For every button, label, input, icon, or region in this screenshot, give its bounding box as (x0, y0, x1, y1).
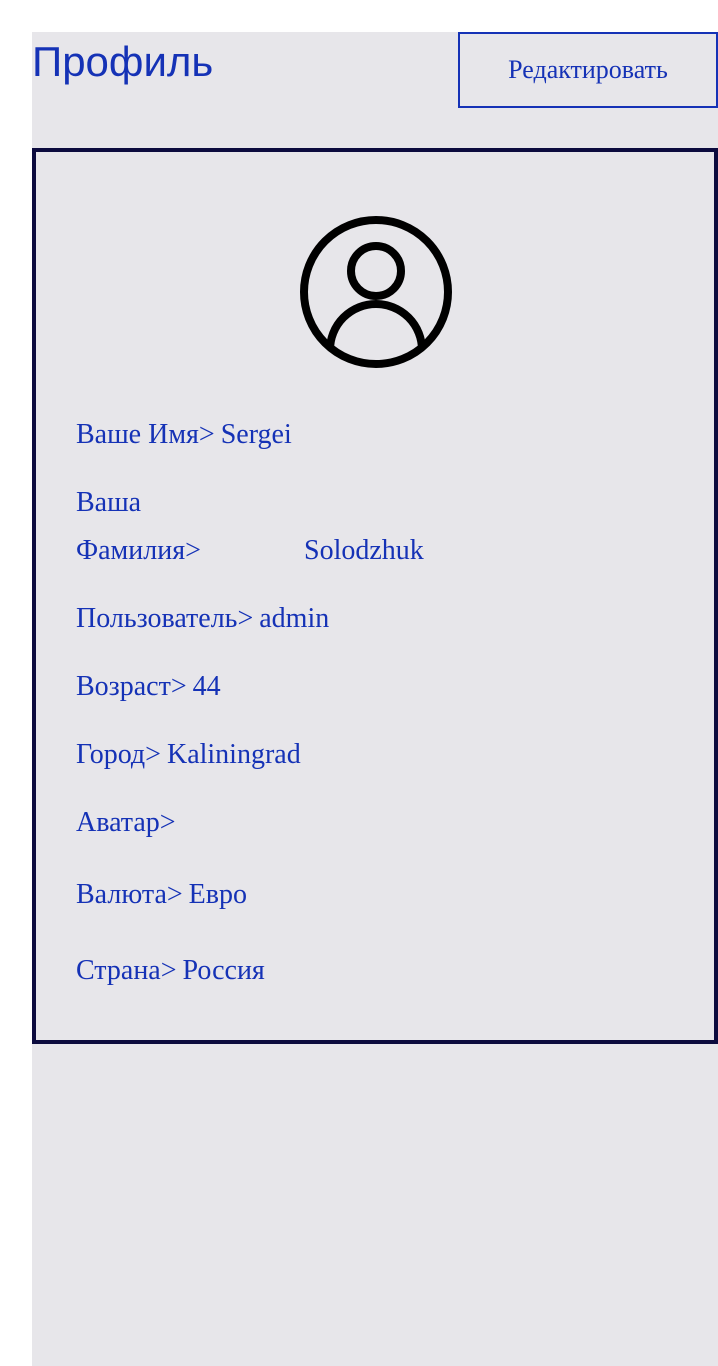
user-circle-icon (300, 216, 452, 368)
page-title: Профиль (32, 38, 214, 85)
field-country: Страна> Россия (76, 954, 265, 988)
field-surname-value: Solodzhuk (304, 535, 424, 566)
field-user: Пользователь> admin (76, 602, 329, 636)
field-country-value: Россия (182, 955, 265, 986)
field-country-label: Страна> (76, 955, 177, 986)
field-name-value: Sergei (220, 419, 292, 450)
field-currency-value: Евро (188, 879, 247, 910)
field-surname-label-line2: Фамилия> (76, 535, 201, 566)
edit-button[interactable]: Редактировать (458, 32, 718, 108)
field-user-value: admin (259, 603, 330, 634)
field-avatar-label: Аватар> (76, 807, 176, 838)
field-avatar: Аватар> (76, 806, 176, 840)
field-city: Город> Kaliningrad (76, 738, 301, 772)
field-currency: Валюта> Евро (76, 878, 247, 912)
field-city-value: Kaliningrad (166, 739, 301, 770)
field-name-label: Ваше Имя> (76, 419, 215, 450)
field-name: Ваше Имя> Sergei (76, 418, 292, 452)
field-user-label: Пользователь> (76, 603, 254, 634)
field-age-value: 44 (192, 671, 221, 702)
field-surname-label-line1: Ваша (76, 487, 142, 518)
field-age: Возраст> 44 (76, 670, 221, 704)
field-currency-label: Валюта> (76, 879, 183, 910)
field-age-label: Возраст> (76, 671, 187, 702)
field-city-label: Город> (76, 739, 161, 770)
